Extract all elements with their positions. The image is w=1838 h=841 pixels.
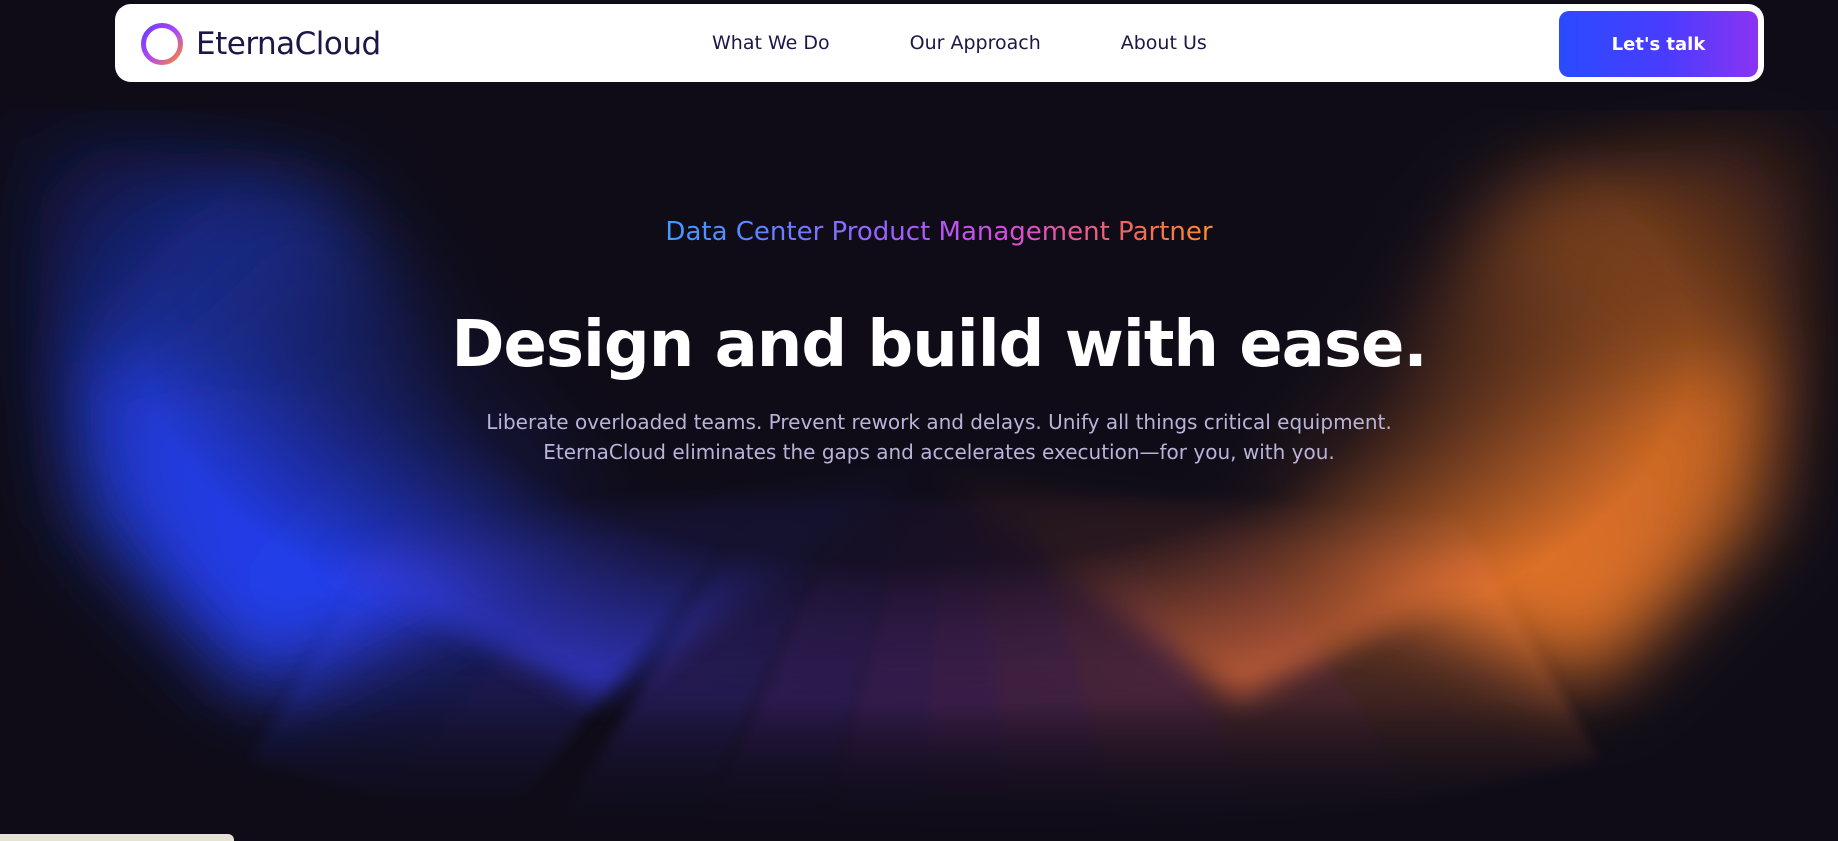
hero-subtext-line-1: Liberate overloaded teams. Prevent rewor… (486, 410, 1392, 434)
hero-headline: Design and build with ease. (451, 308, 1427, 382)
hero-subtext-line-2: EternaCloud eliminates the gaps and acce… (543, 440, 1335, 464)
nav-links: What We Do Our Approach About Us (712, 4, 1287, 82)
hero-eyebrow-text: Data Center Product Management Partner (665, 217, 1213, 247)
page: EternaCloud What We Do Our Approach Abou… (0, 0, 1838, 841)
nav-link-what-we-do[interactable]: What We Do (712, 32, 830, 54)
hero-subtext: Liberate overloaded teams. Prevent rewor… (0, 407, 1838, 467)
hero-eyebrow: Data Center Product Management Partner (0, 217, 1838, 247)
nav-link-about-us[interactable]: About Us (1121, 32, 1207, 54)
corner-tab (0, 834, 234, 841)
brand-logo[interactable]: EternaCloud (140, 22, 381, 66)
top-navbar: EternaCloud What We Do Our Approach Abou… (115, 4, 1764, 82)
logo-ring-icon (141, 23, 183, 65)
nav-link-our-approach[interactable]: Our Approach (910, 32, 1041, 54)
lets-talk-button[interactable]: Let's talk (1559, 11, 1758, 77)
brand-name: EternaCloud (196, 26, 381, 62)
